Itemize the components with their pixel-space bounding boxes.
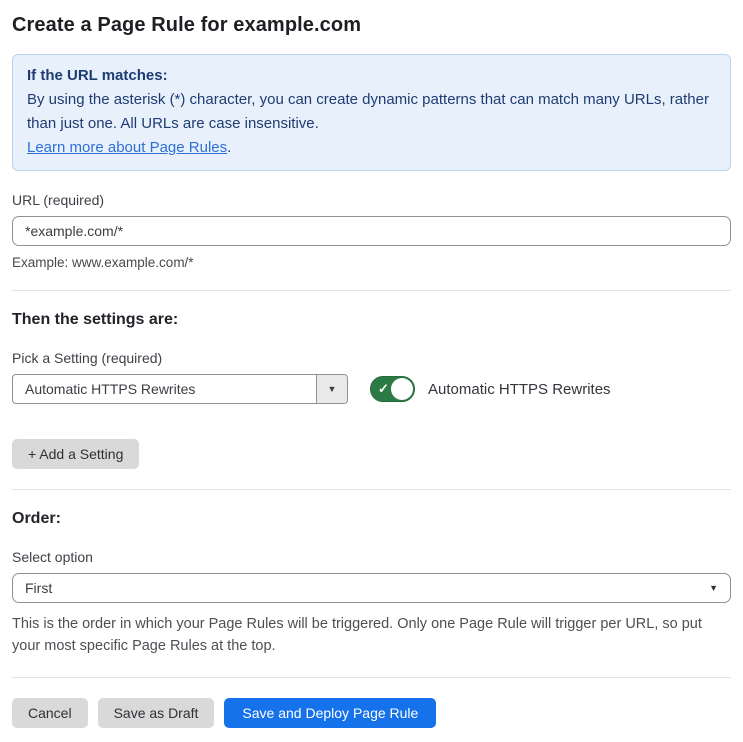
setting-dropdown[interactable]: Automatic HTTPS Rewrites ▼ <box>12 374 348 404</box>
divider <box>12 489 731 490</box>
chevron-down-icon: ▼ <box>327 384 337 394</box>
save-as-draft-button[interactable]: Save as Draft <box>97 698 215 728</box>
add-setting-button[interactable]: + Add a Setting <box>12 439 140 469</box>
url-field-label: URL (required) <box>12 192 105 208</box>
order-section-heading: Order: <box>12 510 61 527</box>
url-example-helper: Example: www.example.com/* <box>12 255 194 270</box>
settings-section-heading: Then the settings are: <box>12 311 179 328</box>
info-box-heading: If the URL matches: <box>27 67 168 84</box>
order-select[interactable]: First ▼ <box>12 573 731 603</box>
divider <box>12 290 731 291</box>
setting-dropdown-value: Automatic HTTPS Rewrites <box>25 381 196 397</box>
toggle-label: Automatic HTTPS Rewrites <box>428 380 611 398</box>
setting-row: Automatic HTTPS Rewrites ▼ ✓ Automatic H… <box>12 374 731 404</box>
info-box-body: By using the asterisk (*) character, you… <box>27 91 709 156</box>
order-select-value: First <box>25 580 53 596</box>
divider <box>12 677 731 678</box>
link-suffix: . <box>227 139 232 156</box>
chevron-down-icon: ▼ <box>709 583 718 593</box>
save-and-deploy-button[interactable]: Save and Deploy Page Rule <box>224 698 437 728</box>
pick-setting-label: Pick a Setting (required) <box>12 350 163 366</box>
setting-dropdown-button[interactable]: ▼ <box>316 375 347 403</box>
url-input[interactable] <box>12 216 731 246</box>
learn-more-link[interactable]: Learn more about Page Rules <box>27 139 227 156</box>
footer-actions: Cancel Save as Draft Save and Deploy Pag… <box>12 698 731 728</box>
order-helper-text: This is the order in which your Page Rul… <box>12 616 702 654</box>
url-matches-info-box: If the URL matches: By using the asteris… <box>12 54 731 171</box>
toggle-knob <box>391 378 413 400</box>
check-icon: ✓ <box>378 381 389 397</box>
create-page-rule-panel: Create a Page Rule for example.com If th… <box>0 0 743 742</box>
cancel-button[interactable]: Cancel <box>12 698 88 728</box>
page-title: Create a Page Rule for example.com <box>12 14 362 36</box>
https-rewrites-toggle[interactable]: ✓ <box>370 376 415 402</box>
select-option-label: Select option <box>12 549 93 565</box>
